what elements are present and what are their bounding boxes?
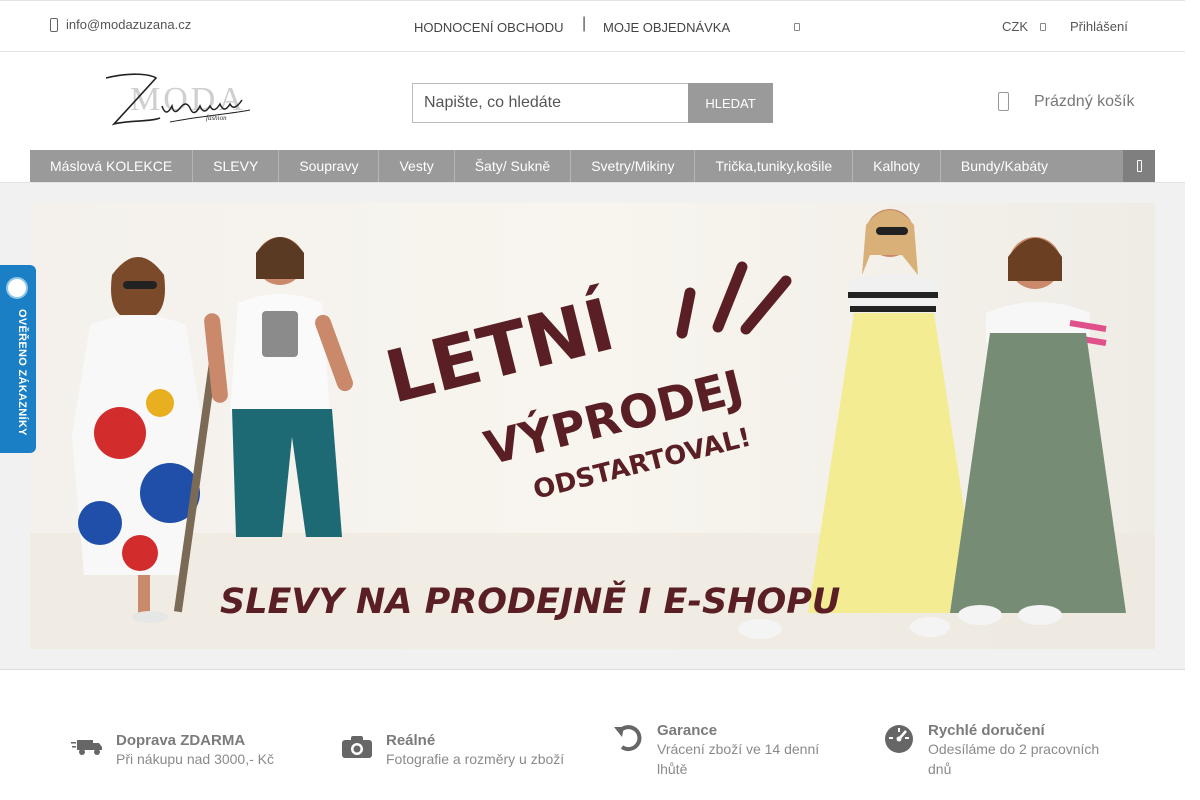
return-icon xyxy=(611,722,645,752)
feature-guarantee: Garance Vrácení zboží ve 14 denní lhůtě xyxy=(611,722,837,779)
feature-title: Doprava ZDARMA xyxy=(116,732,246,749)
svg-text:fashion: fashion xyxy=(206,114,227,122)
menu-item-saty-sukne[interactable]: Šaty/ Sukně xyxy=(455,150,572,182)
feature-free-shipping: Doprava ZDARMA Při nákupu nad 3000,- Kč xyxy=(70,732,274,769)
cart-label: Prázdný košík xyxy=(1034,92,1135,110)
search-bar: HLEDAT xyxy=(412,83,773,123)
speedometer-icon xyxy=(882,722,916,753)
banner-line4: SLEVY NA PRODEJNĚ I E-SHOPU xyxy=(220,580,840,622)
features-section: Doprava ZDARMA Při nákupu nad 3000,- Kč … xyxy=(0,670,1185,800)
my-order-link[interactable]: MOJE OBJEDNÁVKA xyxy=(603,20,730,35)
dropdown-toggle-icon[interactable] xyxy=(794,23,800,31)
verified-label: OVĚŘENO ZÁKAZNÍKY xyxy=(16,309,28,436)
feature-title: Garance xyxy=(657,722,718,739)
menu-item-maslova-kolekce[interactable]: Máslová KOLEKCE xyxy=(30,150,194,182)
store-rating-link[interactable]: HODNOCENÍ OBCHODU xyxy=(414,20,564,35)
contact-email[interactable]: info@modazuzana.cz xyxy=(50,17,191,32)
menu-item-slevy[interactable]: SLEVY xyxy=(193,150,280,182)
category-menu: Máslová KOLEKCE SLEVY Soupravy Vesty Šat… xyxy=(30,150,1155,182)
menu-item-soupravy[interactable]: Soupravy xyxy=(279,150,380,182)
truck-icon xyxy=(70,732,104,762)
feature-title: Rychlé doručení xyxy=(928,722,1045,739)
search-button[interactable]: HLEDAT xyxy=(688,83,773,123)
search-input[interactable] xyxy=(412,83,688,123)
shopping-bag-icon xyxy=(998,92,1009,111)
feature-text: Vrácení zboží ve 14 denní lhůtě xyxy=(657,741,820,777)
chevron-down-icon[interactable] xyxy=(1040,23,1046,31)
login-link[interactable]: Přihlášení xyxy=(1070,19,1128,34)
menu-item-svetry-mikiny[interactable]: Svetry/Mikiny xyxy=(571,150,696,182)
currency-selector[interactable]: CZK xyxy=(1002,19,1028,34)
cart-button[interactable]: Prázdný košík xyxy=(998,92,1134,111)
feature-title: Reálné xyxy=(386,732,436,749)
menu-more-button[interactable] xyxy=(1123,150,1155,182)
menu-item-kalhoty[interactable]: Kalhoty xyxy=(853,150,941,182)
site-logo[interactable]: MODA fashion xyxy=(100,70,260,134)
menu-item-tricka[interactable]: Trička,tuniky,košile xyxy=(695,150,854,182)
menu-item-vesty[interactable]: Vesty xyxy=(379,150,455,182)
menu-more-icon xyxy=(1136,160,1142,172)
summer-sale-banner[interactable]: LETNÍ VÝPRODEJ ODSTARTOVAL! SLEVY NA PRO… xyxy=(30,203,1155,649)
verified-seal-icon xyxy=(6,277,28,299)
menu-item-bundy-kabaty[interactable]: Bundy/Kabáty xyxy=(941,150,1068,182)
feature-text: Odesíláme do 2 pracovních dnů xyxy=(928,741,1100,777)
feature-real-photos: Reálné Fotografie a rozměry u zboží xyxy=(340,732,564,769)
nav-separator: | xyxy=(582,15,587,32)
feature-fast-delivery: Rychlé doručení Odesíláme do 2 pracovníc… xyxy=(882,722,1118,779)
email-text: info@modazuzana.cz xyxy=(66,17,192,32)
camera-icon xyxy=(340,732,374,762)
feature-text: Fotografie a rozměry u zboží xyxy=(386,751,565,767)
verified-customers-badge[interactable]: OVĚŘENO ZÁKAZNÍKY xyxy=(0,265,36,453)
top-bar: info@modazuzana.cz HODNOCENÍ OBCHODU | M… xyxy=(0,0,1185,52)
phone-icon xyxy=(50,17,58,32)
feature-text: Při nákupu nad 3000,- Kč xyxy=(116,751,274,767)
